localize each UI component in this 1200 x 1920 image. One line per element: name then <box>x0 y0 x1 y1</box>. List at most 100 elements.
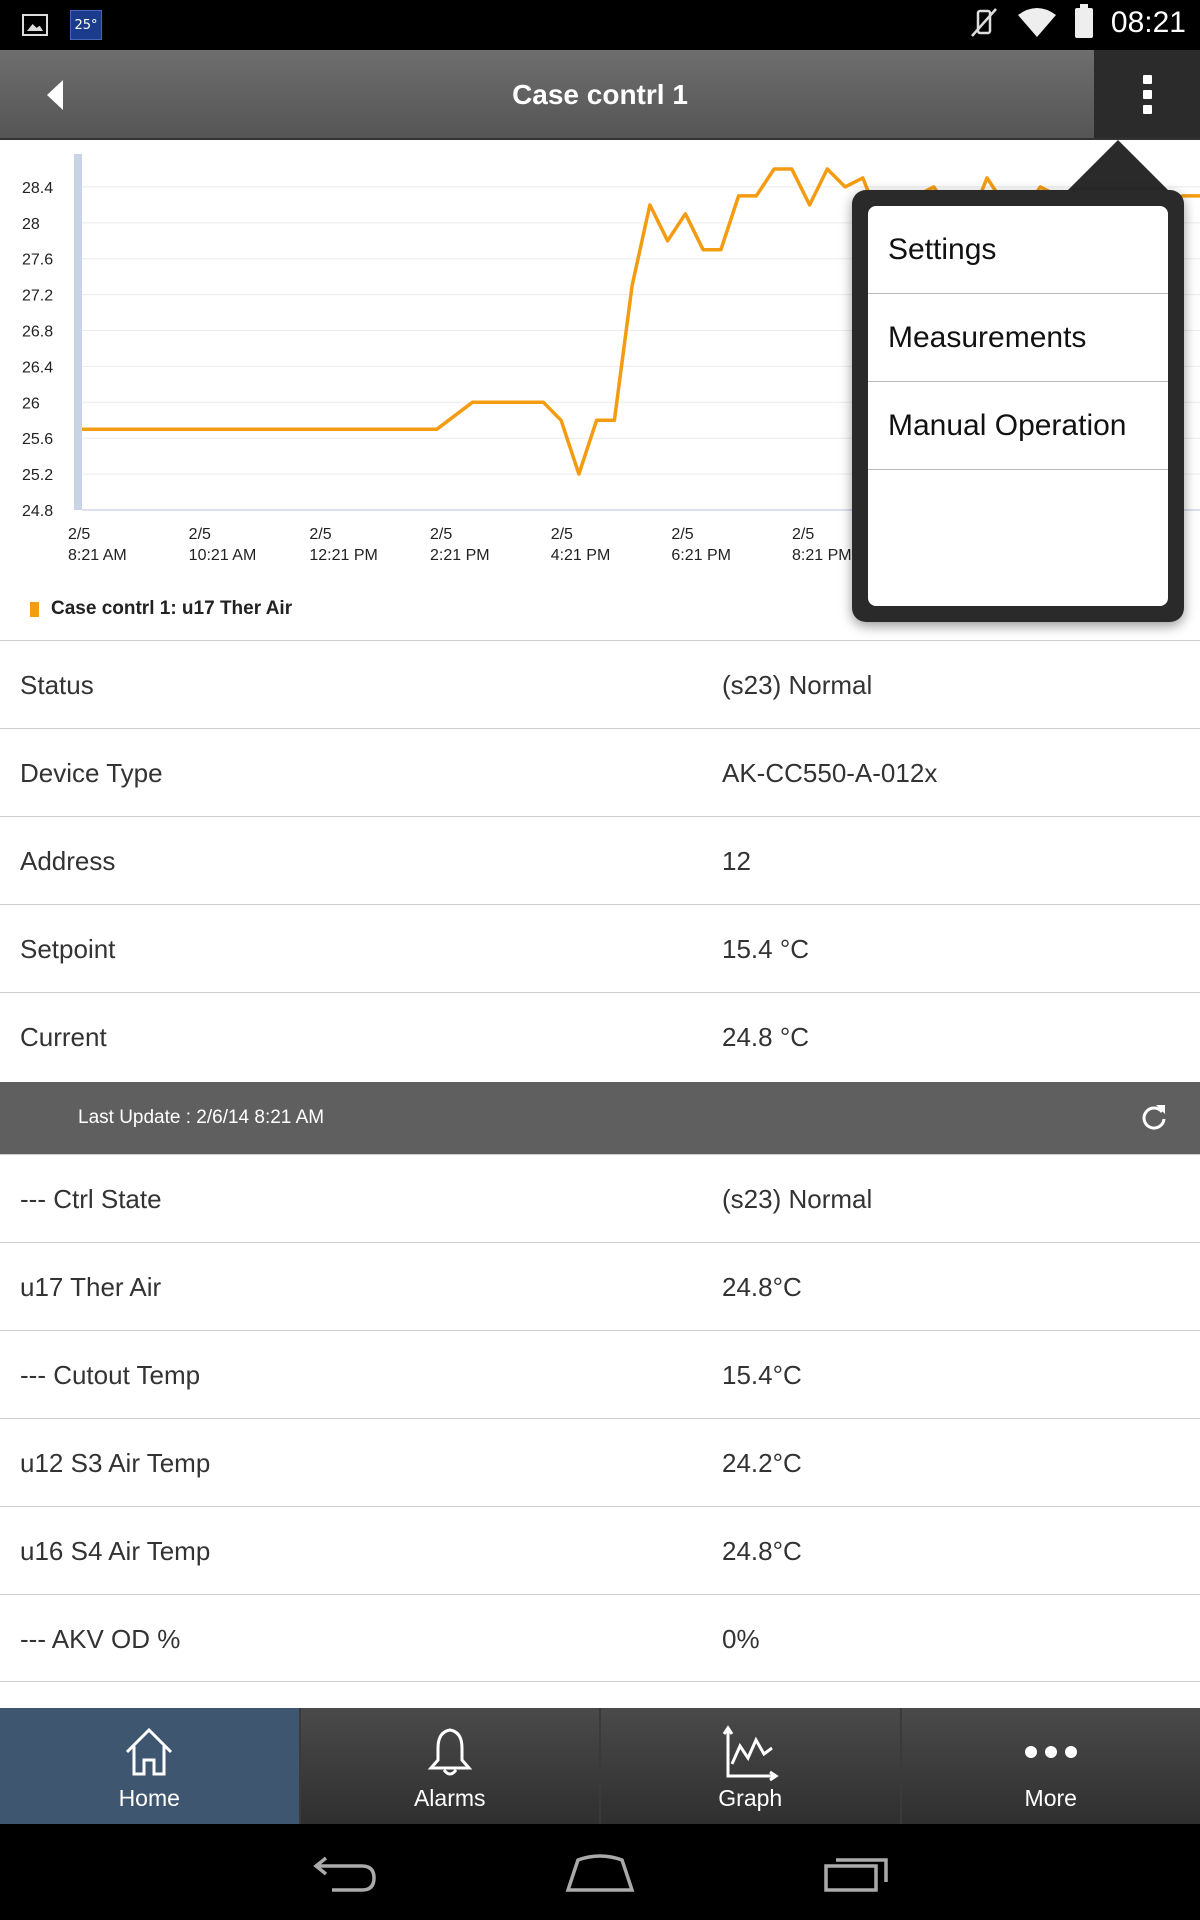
measurement-key: u17 Ther Air <box>20 1272 162 1302</box>
y-tick-label: 27.6 <box>22 252 53 269</box>
info-row-status: Status (s23) Normal <box>0 640 1200 728</box>
status-system-icons: 08:21 <box>969 4 1186 40</box>
menu-item-manual-operation[interactable]: Manual Operation <box>868 382 1168 470</box>
x-tick-date: 2/5 <box>671 526 693 543</box>
back-button[interactable] <box>30 68 80 122</box>
status-bar: 25° 08:21 <box>0 0 1200 50</box>
legend-label: Case contrl 1: u17 Ther Air <box>51 598 293 619</box>
nav-alarms[interactable]: Alarms <box>300 1708 599 1824</box>
overflow-dot-icon <box>1142 89 1152 99</box>
bell-icon <box>427 1728 473 1776</box>
chart-legend: Case contrl 1: u17 Ther Air <box>30 598 292 620</box>
measurement-key: u12 S3 Air Temp <box>20 1448 211 1478</box>
info-value: 12 <box>722 846 751 876</box>
measurement-key: --- Ctrl State <box>20 1184 162 1214</box>
status-time: 08:21 <box>1110 6 1186 39</box>
info-row-device-type: Device Type AK-CC550-A-012x <box>0 728 1200 816</box>
list-item[interactable]: --- Cutout Temp 15.4°C <box>0 1330 1200 1418</box>
nav-label: Graph <box>718 1785 783 1811</box>
more-icon <box>1024 1746 1077 1758</box>
measurement-key: u16 S4 Air Temp <box>20 1536 211 1566</box>
x-tick-date: 2/5 <box>309 526 331 543</box>
refresh-icon[interactable] <box>1138 1102 1170 1134</box>
page-title: Case contrl 1 <box>512 79 688 110</box>
measurement-value: 24.8°C <box>722 1536 802 1566</box>
info-key: Address <box>20 846 116 876</box>
device-info-list: Status (s23) Normal Device Type AK-CC550… <box>0 640 1200 1080</box>
y-tick-label: 26.4 <box>22 359 53 376</box>
measurement-value: (s23) Normal <box>722 1184 873 1214</box>
x-tick-time: 6:21 PM <box>671 547 731 564</box>
info-value: (s23) Normal <box>722 670 873 700</box>
measurement-list: --- Ctrl State (s23) Normal u17 Ther Air… <box>0 1154 1200 1682</box>
image-notification-icon <box>22 14 48 36</box>
system-nav-bar <box>0 1824 1200 1920</box>
system-home-icon[interactable] <box>562 1850 638 1894</box>
y-tick-label: 28 <box>22 216 40 233</box>
info-key: Status <box>20 670 94 700</box>
menu-item-measurements[interactable]: Measurements <box>868 294 1168 382</box>
y-tick-label: 26 <box>22 395 40 412</box>
info-key: Setpoint <box>20 934 116 964</box>
nav-label: Alarms <box>413 1785 486 1811</box>
measurement-key: --- AKV OD % <box>20 1624 181 1654</box>
menu-item-settings[interactable]: Settings <box>868 206 1168 294</box>
overflow-menu: Settings Measurements Manual Operation <box>852 190 1184 622</box>
list-item[interactable]: --- AKV OD % 0% <box>0 1594 1200 1682</box>
y-tick-label: 24.8 <box>22 503 53 520</box>
system-recents-icon[interactable] <box>822 1850 892 1894</box>
info-key: Current <box>20 1022 107 1052</box>
x-tick-time: 10:21 AM <box>189 547 257 564</box>
x-tick-time: 2:21 PM <box>430 547 490 564</box>
bottom-nav: Home Alarms Graph More <box>0 1708 1200 1824</box>
list-item[interactable]: u12 S3 Air Temp 24.2°C <box>0 1418 1200 1506</box>
last-update-bar: Last Update : 2/6/14 8:21 AM <box>0 1082 1200 1154</box>
nav-home[interactable]: Home <box>0 1708 299 1824</box>
y-tick-label: 25.6 <box>22 431 53 448</box>
status-notifications: 25° <box>22 10 102 40</box>
nav-more[interactable]: More <box>901 1708 1200 1824</box>
info-key: Device Type <box>20 758 163 788</box>
measurement-key: --- Cutout Temp <box>20 1360 201 1390</box>
wifi-icon <box>1017 8 1056 37</box>
info-row-setpoint: Setpoint 15.4 °C <box>0 904 1200 992</box>
nav-label: Home <box>118 1785 180 1811</box>
x-tick-date: 2/5 <box>68 526 90 543</box>
overflow-menu-list: Settings Measurements Manual Operation <box>868 206 1168 606</box>
y-axis-band <box>74 154 82 510</box>
menu-pointer <box>1066 140 1170 192</box>
graph-icon <box>723 1725 779 1782</box>
vibrate-muted-icon <box>970 8 997 37</box>
y-tick-label: 26.8 <box>22 324 53 341</box>
action-bar: Case contrl 1 <box>0 50 1200 140</box>
x-tick-date: 2/5 <box>792 526 814 543</box>
nav-graph[interactable]: Graph <box>601 1708 900 1824</box>
list-item[interactable]: u17 Ther Air 24.8°C <box>0 1242 1200 1330</box>
x-tick-time: 8:21 PM <box>792 547 852 564</box>
x-tick-date: 2/5 <box>430 526 452 543</box>
x-tick-time: 12:21 PM <box>309 547 377 564</box>
y-tick-label: 28.4 <box>22 180 53 197</box>
y-tick-label: 27.2 <box>22 288 53 305</box>
overflow-dot-icon <box>1142 74 1152 84</box>
info-value: 24.8 °C <box>722 1022 810 1052</box>
overflow-dot-icon <box>1142 104 1152 114</box>
system-back-icon[interactable] <box>310 1850 380 1894</box>
x-tick-date: 2/5 <box>551 526 573 543</box>
back-arrow-icon <box>47 80 63 110</box>
list-item[interactable]: --- Ctrl State (s23) Normal <box>0 1154 1200 1242</box>
measurement-value: 24.8°C <box>722 1272 802 1302</box>
list-item[interactable]: u16 S4 Air Temp 24.8°C <box>0 1506 1200 1594</box>
x-tick-time: 8:21 AM <box>68 547 127 564</box>
info-value: 15.4 °C <box>722 934 810 964</box>
measurement-value: 15.4°C <box>722 1360 802 1390</box>
battery-icon <box>1074 4 1093 38</box>
x-tick-date: 2/5 <box>189 526 211 543</box>
weather-badge: 25° <box>70 10 102 40</box>
overflow-menu-button[interactable] <box>1094 50 1200 138</box>
legend-swatch <box>30 601 39 617</box>
info-value: AK-CC550-A-012x <box>722 758 938 788</box>
info-row-current: Current 24.8 °C <box>0 992 1200 1080</box>
y-tick-label: 25.2 <box>22 467 53 484</box>
measurement-value: 0% <box>722 1624 760 1654</box>
